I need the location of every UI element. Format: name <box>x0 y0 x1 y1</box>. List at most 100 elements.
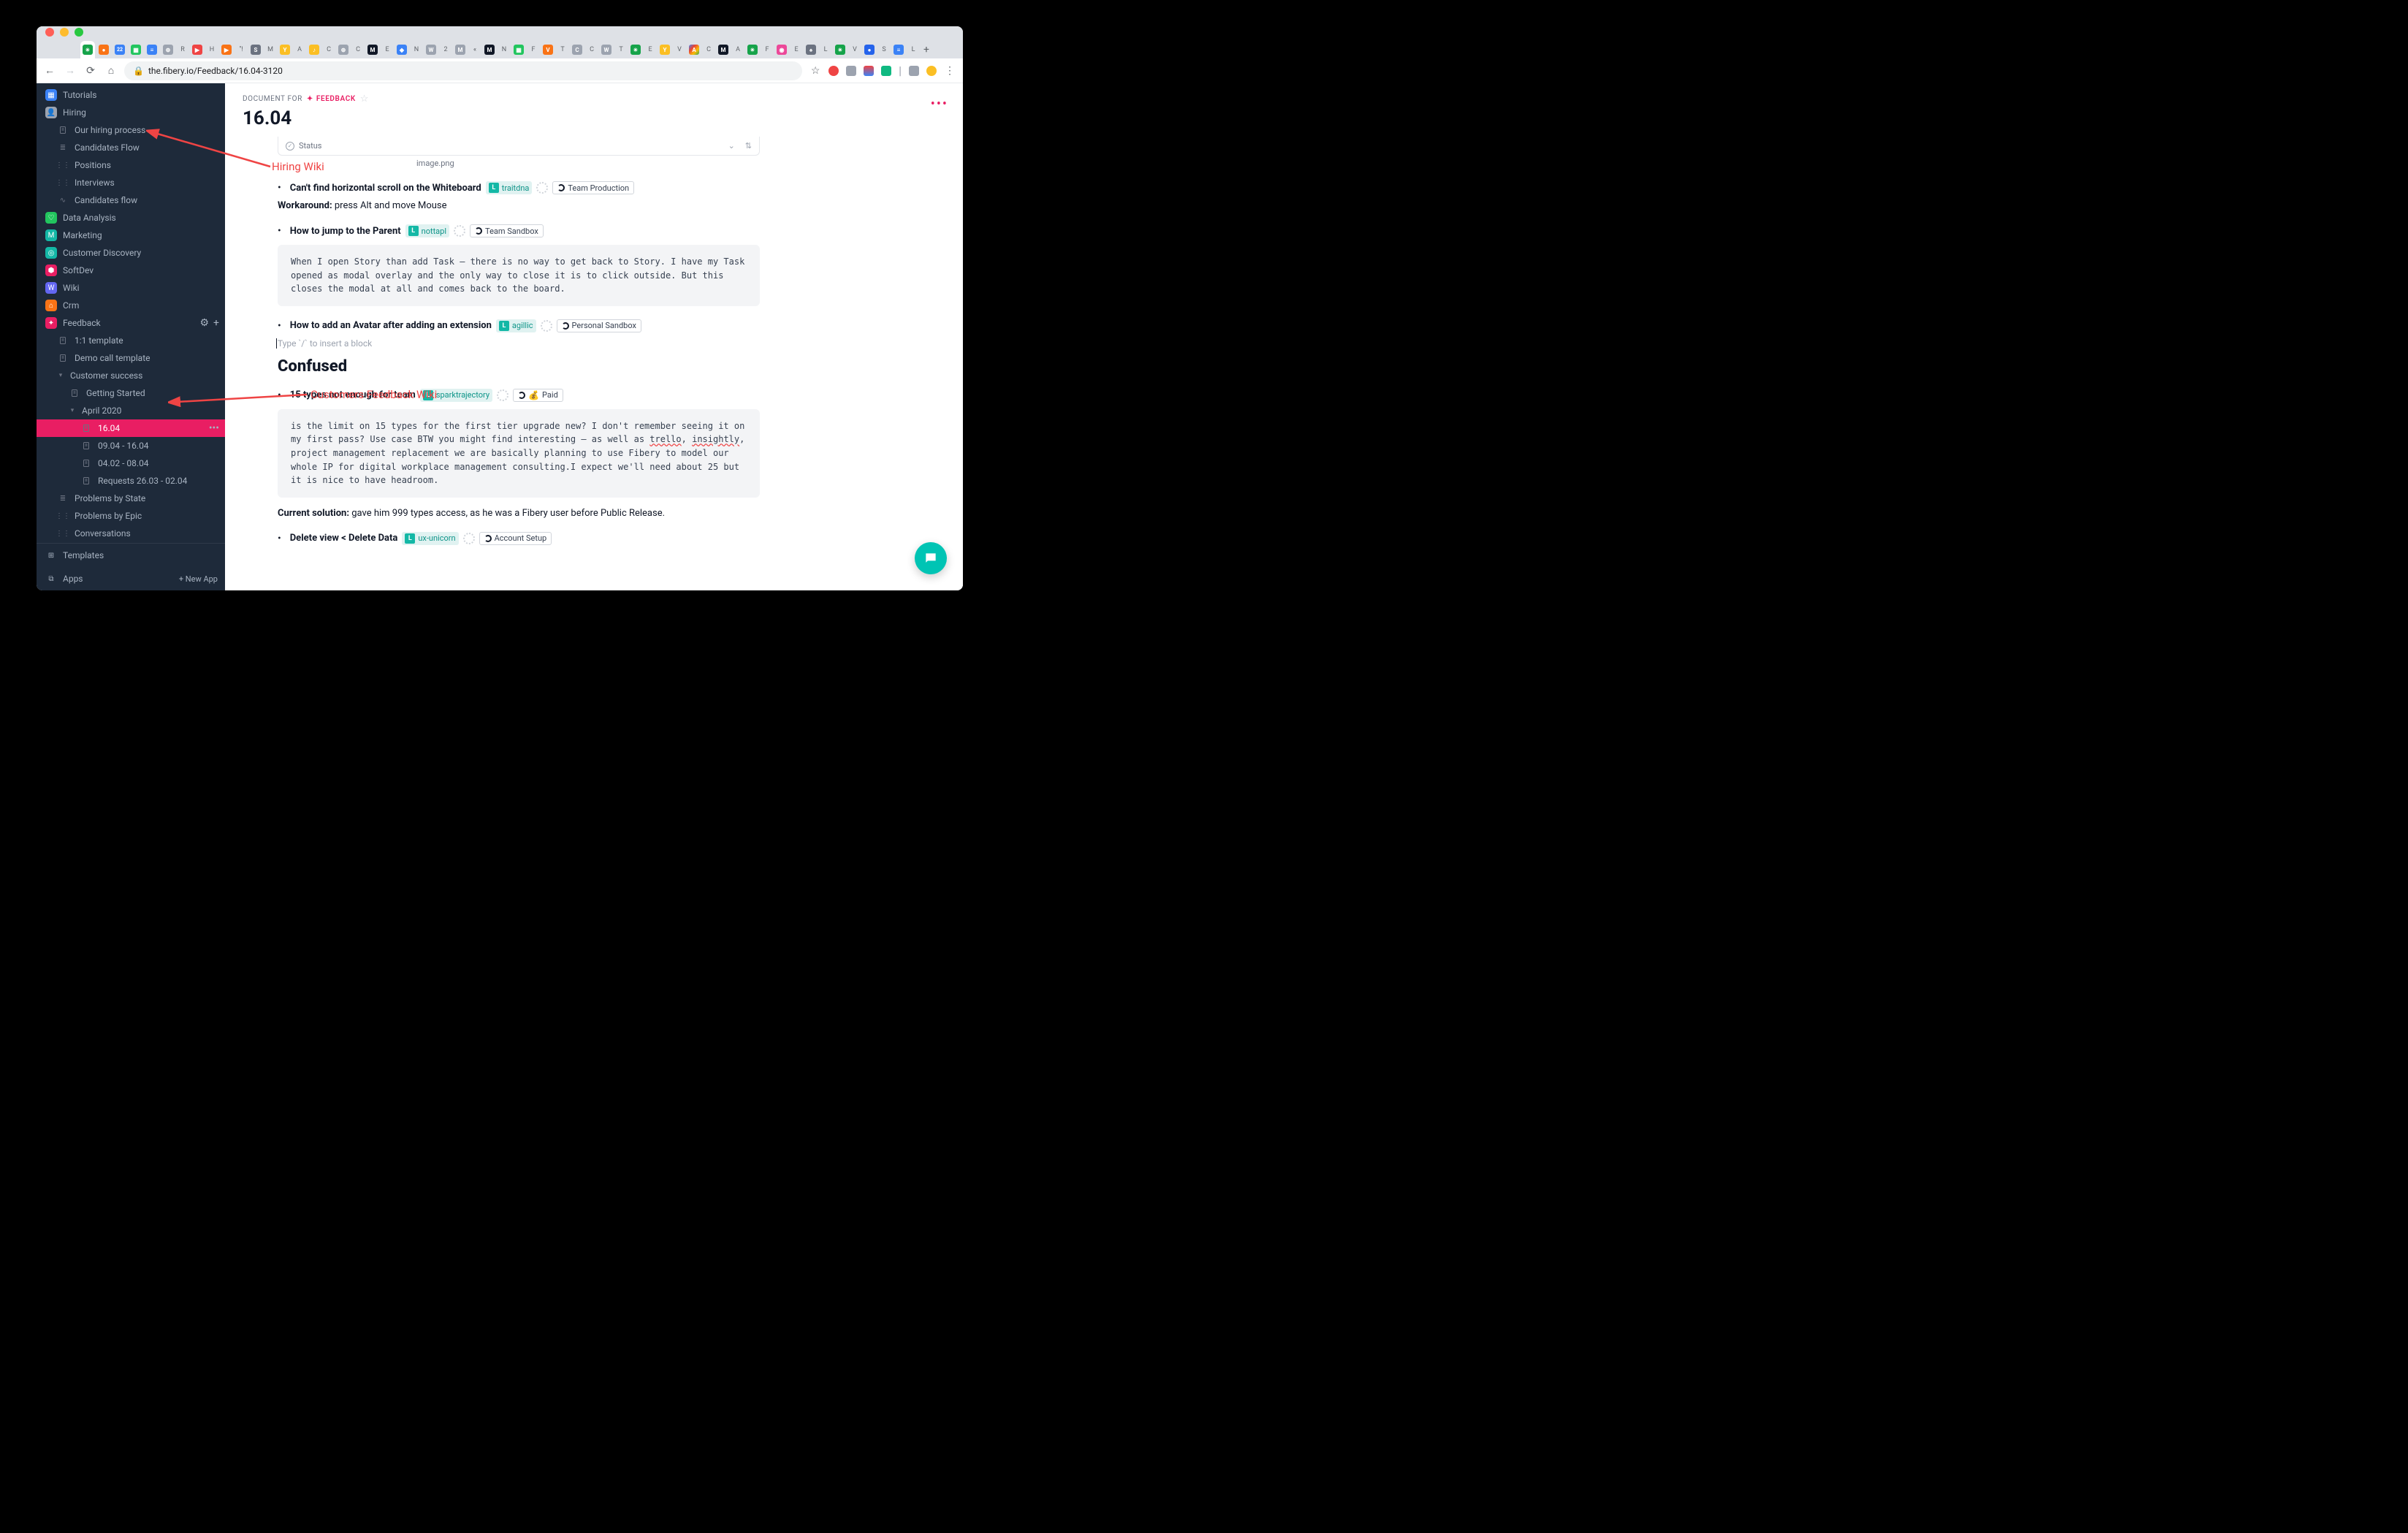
url-input[interactable]: 🔒 the.fibery.io/Feedback/16.04-3120 <box>124 61 802 80</box>
extension-icon[interactable] <box>909 66 919 76</box>
company-badge[interactable]: Ltraitdna <box>486 181 533 194</box>
browser-tab[interactable]: C <box>352 41 364 58</box>
browser-tab[interactable]: F <box>527 41 539 58</box>
status-field[interactable]: ✓ Status ⌄ ⇅ <box>278 137 760 156</box>
home-icon[interactable]: ⌂ <box>104 64 118 78</box>
browser-tab[interactable]: E <box>644 41 656 58</box>
sidebar-item[interactable]: Requests 26.03 - 02.04 <box>37 472 225 490</box>
browser-tab[interactable]: V <box>541 41 555 58</box>
sidebar-item[interactable]: Demo call template <box>37 349 225 367</box>
sidebar-item[interactable]: WWiki <box>37 279 225 297</box>
browser-tab[interactable]: A <box>732 41 744 58</box>
minimize-window-icon[interactable] <box>60 28 69 37</box>
tag-badge[interactable]: 💰Paid <box>513 389 563 402</box>
sidebar-item[interactable]: ♡Data Analysis <box>37 209 225 227</box>
browser-tab[interactable]: S <box>248 41 263 58</box>
sidebar-item[interactable]: ⋮⋮Problems by Epic <box>37 507 225 525</box>
sidebar-item[interactable]: 04.02 - 08.04 <box>37 454 225 472</box>
browser-tab[interactable]: C <box>570 41 584 58</box>
tag-badge[interactable]: Team Production <box>552 181 634 194</box>
company-badge[interactable]: Lnottapl <box>405 224 449 237</box>
browser-tab[interactable]: E <box>790 41 802 58</box>
sidebar-item[interactable]: ▦Tutorials <box>37 86 225 104</box>
browser-tab[interactable]: « <box>469 41 481 58</box>
company-badge[interactable]: Lux-unicorn <box>402 532 458 545</box>
browser-tab[interactable]: ▶ <box>219 41 234 58</box>
browser-tab[interactable]: ▦ <box>511 41 526 58</box>
add-icon[interactable]: + <box>213 317 219 329</box>
sidebar-item[interactable]: MMarketing <box>37 227 225 244</box>
sidebar-apps[interactable]: ⧉ Apps + New App <box>37 567 225 590</box>
reload-icon[interactable]: ⟳ <box>83 64 98 78</box>
sidebar-item[interactable]: ▾April 2020 <box>37 402 225 419</box>
browser-tab[interactable]: L <box>820 41 831 58</box>
browser-tab[interactable]: L <box>907 41 919 58</box>
tag-badge[interactable]: Personal Sandbox <box>557 319 641 332</box>
browser-tab[interactable]: H <box>206 41 218 58</box>
settings-icon[interactable]: ⚙ <box>199 317 209 329</box>
forward-icon[interactable]: → <box>63 64 77 78</box>
browser-tab[interactable]: ● <box>862 41 877 58</box>
browser-tab-active[interactable]: ✴ <box>80 41 95 58</box>
sidebar-item[interactable]: ⋮⋮Interviews <box>37 174 225 191</box>
chevron-down-icon[interactable]: ⌄ <box>728 141 735 151</box>
sidebar-item[interactable]: ⋮⋮Conversations <box>37 525 225 542</box>
browser-tab[interactable]: F <box>761 41 773 58</box>
favorite-star-icon[interactable]: ☆ <box>360 94 369 104</box>
sidebar-item[interactable]: 1:1 template <box>37 332 225 349</box>
sidebar-item[interactable]: 👤Hiring <box>37 104 225 121</box>
sidebar-item[interactable]: ✦Feedback⚙+ <box>37 314 225 332</box>
breadcrumb-entity[interactable]: ✦ FEEDBACK <box>307 95 356 103</box>
sidebar-item[interactable]: ≣Problems by State <box>37 490 225 507</box>
sidebar-item[interactable]: 16.04••• <box>37 419 225 437</box>
new-app-button[interactable]: + New App <box>179 574 218 584</box>
browser-tab[interactable]: R <box>177 41 188 58</box>
browser-tab[interactable]: S <box>878 41 890 58</box>
sidebar-item[interactable]: ▾Customer success <box>37 367 225 384</box>
browser-tab[interactable]: M <box>482 41 497 58</box>
browser-tab[interactable]: M <box>264 41 276 58</box>
browser-tab[interactable]: M <box>716 41 731 58</box>
browser-tab[interactable]: ✴ <box>628 41 643 58</box>
sidebar-item[interactable]: ≣Candidates Flow <box>37 139 225 156</box>
browser-tab[interactable]: ● <box>96 41 111 58</box>
browser-tab[interactable]: ◉ <box>774 41 789 58</box>
browser-tab[interactable]: Y <box>278 41 292 58</box>
new-tab-button[interactable]: + <box>921 41 932 58</box>
item-menu-icon[interactable]: ••• <box>209 422 219 434</box>
browser-tab[interactable]: ⊕ <box>161 41 175 58</box>
browser-tab[interactable]: E <box>381 41 393 58</box>
browser-tab[interactable]: V <box>674 41 685 58</box>
extension-icon[interactable] <box>828 66 839 76</box>
browser-tab[interactable]: Y <box>658 41 672 58</box>
browser-tab[interactable]: T <box>557 41 568 58</box>
browser-tab[interactable]: 22 <box>113 41 127 58</box>
tag-badge[interactable]: Account Setup <box>479 532 552 545</box>
browser-tab[interactable]: N <box>498 41 510 58</box>
browser-tab[interactable]: ⊕ <box>336 41 351 58</box>
extension-icon[interactable] <box>881 66 891 76</box>
sidebar-templates[interactable]: ⊞ Templates <box>37 544 225 567</box>
company-badge[interactable]: Lagillic <box>496 319 536 332</box>
browser-tab[interactable]: ◆ <box>395 41 409 58</box>
browser-tab[interactable]: C <box>323 41 335 58</box>
avatar-icon[interactable] <box>926 66 937 76</box>
browser-tab[interactable]: ≡ <box>891 41 906 58</box>
browser-tab[interactable]: W <box>424 41 438 58</box>
browser-tab[interactable]: ♪ <box>307 41 321 58</box>
close-window-icon[interactable] <box>45 28 54 37</box>
browser-tab[interactable]: T <box>615 41 627 58</box>
star-icon[interactable]: ☆ <box>808 64 823 78</box>
browser-tab[interactable]: M <box>453 41 468 58</box>
back-icon[interactable]: ← <box>42 64 57 78</box>
filter-icon[interactable]: ⇅ <box>745 141 752 151</box>
extension-icon[interactable] <box>846 66 856 76</box>
browser-tab[interactable]: A <box>687 41 701 58</box>
browser-tab[interactable]: V <box>849 41 861 58</box>
sidebar-item[interactable]: 09.04 - 16.04 <box>37 437 225 454</box>
menu-icon[interactable]: ⋮ <box>942 64 957 78</box>
company-badge[interactable]: Lsparktrajectory <box>420 389 492 402</box>
sidebar-item[interactable]: ⌂Crm <box>37 297 225 314</box>
browser-tab[interactable]: W <box>599 41 614 58</box>
browser-tab[interactable]: 2 <box>440 41 452 58</box>
